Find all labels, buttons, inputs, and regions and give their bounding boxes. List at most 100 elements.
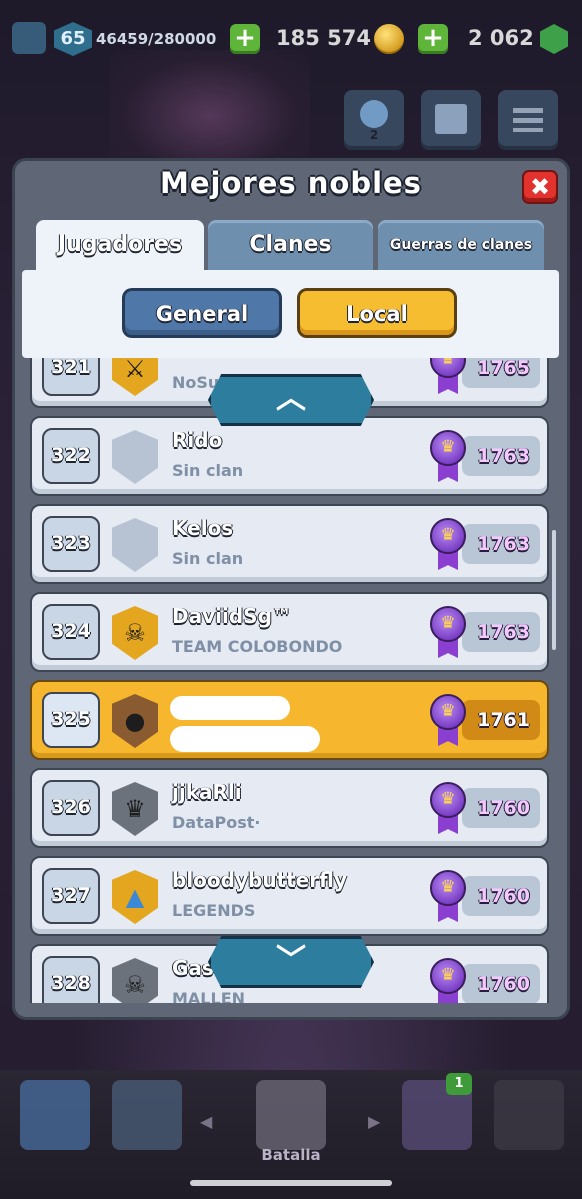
player-row[interactable]: 326 ♛ jjkaRli DataPost· 1760 ♛ [30, 768, 549, 848]
crown-medal-icon: ♛ [430, 430, 466, 484]
clan-name: Sin clan [172, 461, 244, 480]
shop-tab-icon[interactable] [20, 1080, 90, 1150]
gem-amount: 2 062 [468, 26, 534, 50]
player-name: bloodybutterfly [172, 868, 347, 892]
home-indicator [190, 1180, 392, 1186]
rank-number: 323 [42, 516, 100, 572]
peach-icon: ● [112, 694, 158, 748]
add-gold-button[interactable]: + [230, 24, 260, 54]
crown-medal-icon: ♛ [430, 870, 466, 924]
crown-medal-icon: ♛ [430, 782, 466, 836]
tab-jugadores[interactable]: Jugadores [36, 220, 204, 272]
general-filter-button[interactable]: General [122, 288, 282, 338]
medal-crown: ♛ [430, 430, 466, 466]
skull-icon: ☠ [112, 958, 158, 1003]
sword-shield-icon: ⚔ [112, 358, 158, 396]
crown-medal-icon: ♛ [430, 518, 466, 572]
clan-name: DataPost· [172, 813, 261, 832]
empty-shield-icon [112, 518, 158, 572]
menu-button[interactable] [498, 90, 558, 150]
tab-label: Clanes [249, 232, 332, 257]
clan-name: Sin clan [172, 549, 244, 568]
medal-crown: ♛ [430, 958, 466, 994]
battle-tab-label: Batalla [261, 1146, 321, 1164]
rank-number: 326 [42, 780, 100, 836]
player-row[interactable]: 327 ▲ bloodybutterfly LEGENDS 1760 ♛ [30, 856, 549, 936]
battle-tab-icon[interactable] [256, 1080, 326, 1150]
add-gems-button[interactable]: + [418, 24, 448, 54]
rank-number: 327 [42, 868, 100, 924]
news-button[interactable] [421, 90, 481, 150]
medal-crown: ♛ [430, 358, 466, 378]
player-row[interactable]: 324 ☠ DaviidSg™ TEAM COLOBONDO 1763 ♛ [30, 592, 549, 672]
newspaper-icon [435, 104, 467, 134]
trophy-count: 1760 [462, 964, 540, 1003]
gold-coin-icon [374, 24, 404, 54]
trophy-count: 1761 [462, 700, 540, 740]
friends-count: 2 [369, 128, 379, 142]
player-name: Kelos [172, 516, 234, 540]
nav-right-arrow-icon[interactable]: ▶ [368, 1112, 380, 1131]
crown-medal-icon: ♛ [430, 358, 466, 396]
tab-guerras-de-clanes[interactable]: Guerras de clanes [378, 220, 544, 272]
tab-label: Jugadores [57, 232, 183, 257]
crown-icon: ♛ [112, 782, 158, 836]
experience-icon[interactable] [12, 22, 46, 54]
rank-number: 325 [42, 692, 100, 748]
player-row-self[interactable]: 325 ● 1761 ♛ [30, 680, 549, 760]
gold-amount: 185 574 [276, 26, 371, 50]
rank-number: 321 [42, 358, 100, 396]
close-button[interactable]: ✖ [522, 170, 558, 204]
filter-panel [22, 270, 559, 358]
redacted-clan-mark [170, 726, 320, 752]
menu-icon [513, 108, 543, 132]
medal-crown: ♛ [430, 518, 466, 554]
clan-name: MALLEN [172, 989, 246, 1003]
player-name: Gas [172, 956, 214, 980]
player-name: DaviidSg™ [172, 604, 292, 628]
tab-clanes[interactable]: Clanes [208, 220, 373, 272]
medal-crown: ♛ [430, 606, 466, 642]
trophy-count: 1765 [462, 358, 540, 388]
scroll-up-button[interactable]: ︿ [208, 374, 374, 426]
friends-icon [360, 100, 388, 128]
clan-name: NoSu [172, 373, 220, 392]
chevron-up-icon: ︿ [276, 381, 306, 416]
events-tab-icon[interactable] [494, 1080, 564, 1150]
medal-crown: ♛ [430, 694, 466, 730]
empty-shield-icon [112, 430, 158, 484]
tab-label: Guerras de clanes [389, 237, 533, 253]
cards-tab-icon[interactable] [112, 1080, 182, 1150]
player-row[interactable]: 322 Rido Sin clan 1763 ♛ [30, 416, 549, 496]
modal-title: Mejores nobles [160, 166, 422, 200]
gem-icon [540, 24, 568, 54]
tree-icon: ▲ [112, 870, 158, 924]
scroll-down-button[interactable]: ﹀ [208, 936, 374, 988]
player-name: Rido [172, 428, 223, 452]
chevron-down-icon: ﹀ [276, 943, 306, 978]
scrollbar[interactable] [552, 530, 556, 650]
clan-notification-badge: 1 [446, 1073, 472, 1095]
nav-left-arrow-icon[interactable]: ◀ [200, 1112, 212, 1131]
trophy-count: 1760 [462, 788, 540, 828]
player-row[interactable]: 323 Kelos Sin clan 1763 ♛ [30, 504, 549, 584]
friends-button[interactable]: 2 [344, 90, 404, 150]
clan-name: TEAM COLOBONDO [172, 637, 343, 656]
rank-number: 328 [42, 956, 100, 1003]
trophy-count: 1760 [462, 876, 540, 916]
ranking-list[interactable]: 321 ⚔ NoSu 1765 ♛ 322 Rido Sin clan 1763 ♛ 323 Kelo… [22, 358, 559, 1003]
trophy-count: 1763 [462, 612, 540, 652]
rank-number: 322 [42, 428, 100, 484]
medal-crown: ♛ [430, 870, 466, 906]
trophy-count: 1763 [462, 524, 540, 564]
clan-name: LEGENDS [172, 901, 256, 920]
experience-progress: 46459/280000 [96, 30, 217, 48]
rank-number: 324 [42, 604, 100, 660]
player-level-badge[interactable]: 65 [54, 22, 92, 56]
crown-medal-icon: ♛ [430, 694, 466, 748]
crown-medal-icon: ♛ [430, 958, 466, 1003]
local-filter-button[interactable]: Local [297, 288, 457, 338]
trophy-count: 1763 [462, 436, 540, 476]
crown-medal-icon: ♛ [430, 606, 466, 660]
redacted-name-mark [170, 696, 290, 720]
